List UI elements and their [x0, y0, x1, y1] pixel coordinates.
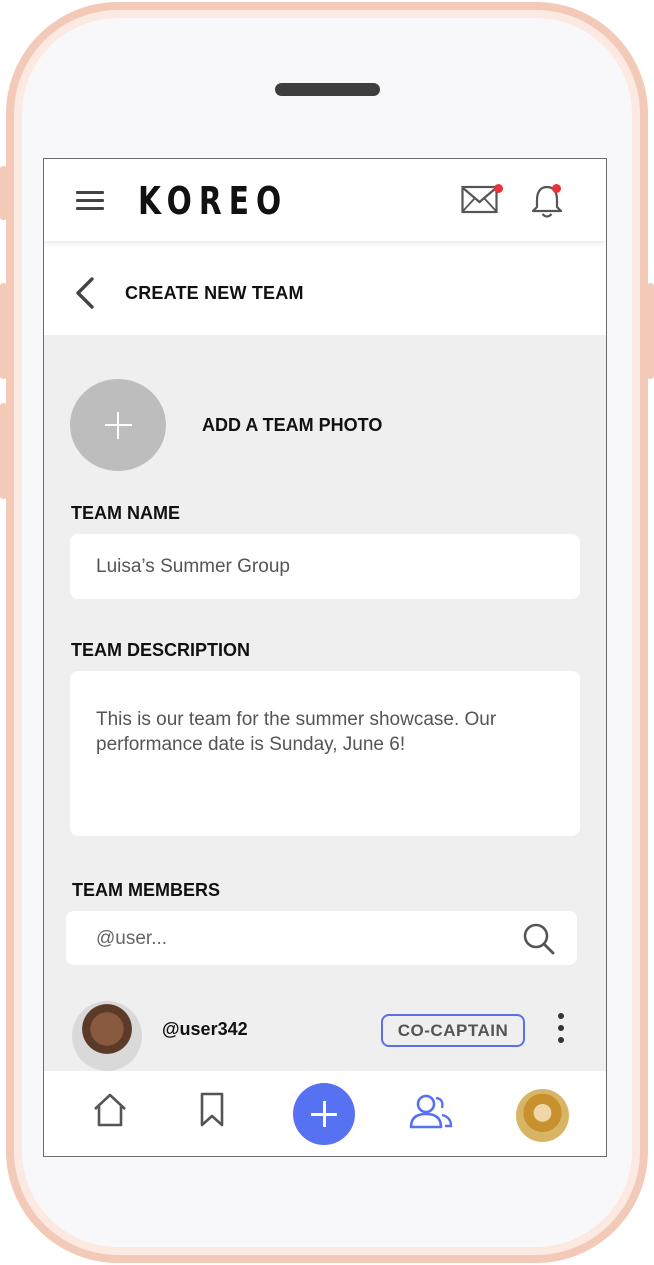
chevron-left-icon[interactable]	[72, 275, 96, 316]
bell-notification-dot	[552, 184, 561, 193]
member-search-input[interactable]: @user...	[66, 911, 577, 965]
bookmark-icon[interactable]	[199, 1091, 225, 1134]
page-title: CREATE NEW TEAM	[125, 283, 304, 303]
member-row: @user342 CO-CAPTAIN	[44, 989, 606, 1071]
add-team-photo-label[interactable]: ADD A TEAM PHOTO	[202, 415, 382, 436]
bottom-nav	[44, 1071, 606, 1156]
app-screen: KOREO CREATE NEW TEAM ADD A TEAM PHOTO T…	[43, 158, 607, 1157]
add-team-photo-button[interactable]	[70, 379, 166, 471]
team-icon[interactable]	[408, 1093, 454, 1138]
search-icon[interactable]	[522, 922, 556, 961]
avatar[interactable]	[72, 1001, 142, 1071]
team-name-label: TEAM NAME	[71, 503, 180, 523]
bell-icon[interactable]	[530, 183, 566, 219]
messages-notification-dot	[494, 184, 503, 193]
plus-icon-vertical	[117, 412, 119, 439]
top-bar: KOREO	[44, 159, 606, 241]
create-plus-icon[interactable]	[293, 1083, 355, 1145]
more-options-icon[interactable]	[554, 1013, 568, 1047]
team-members-label: TEAM MEMBERS	[72, 880, 220, 900]
phone-power-button	[647, 283, 654, 379]
envelope-icon[interactable]	[461, 183, 503, 217]
app-logo: KOREO	[138, 179, 289, 223]
phone-volume-down	[0, 403, 7, 499]
phone-volume-up	[0, 283, 7, 379]
phone-speaker	[275, 83, 380, 96]
profile-avatar[interactable]	[516, 1089, 569, 1142]
member-handle[interactable]: @user342	[162, 1019, 248, 1040]
phone-side-button	[0, 166, 7, 220]
member-role-badge[interactable]: CO-CAPTAIN	[381, 1014, 525, 1047]
team-name-field[interactable]: Luisa’s Summer Group	[70, 534, 580, 599]
team-description-field[interactable]: This is our team for the summer showcase…	[70, 671, 580, 836]
team-description-label: TEAM DESCRIPTION	[71, 640, 251, 660]
hamburger-icon[interactable]	[76, 191, 104, 211]
home-icon[interactable]	[91, 1091, 129, 1134]
page-header: CREATE NEW TEAM	[44, 241, 606, 335]
